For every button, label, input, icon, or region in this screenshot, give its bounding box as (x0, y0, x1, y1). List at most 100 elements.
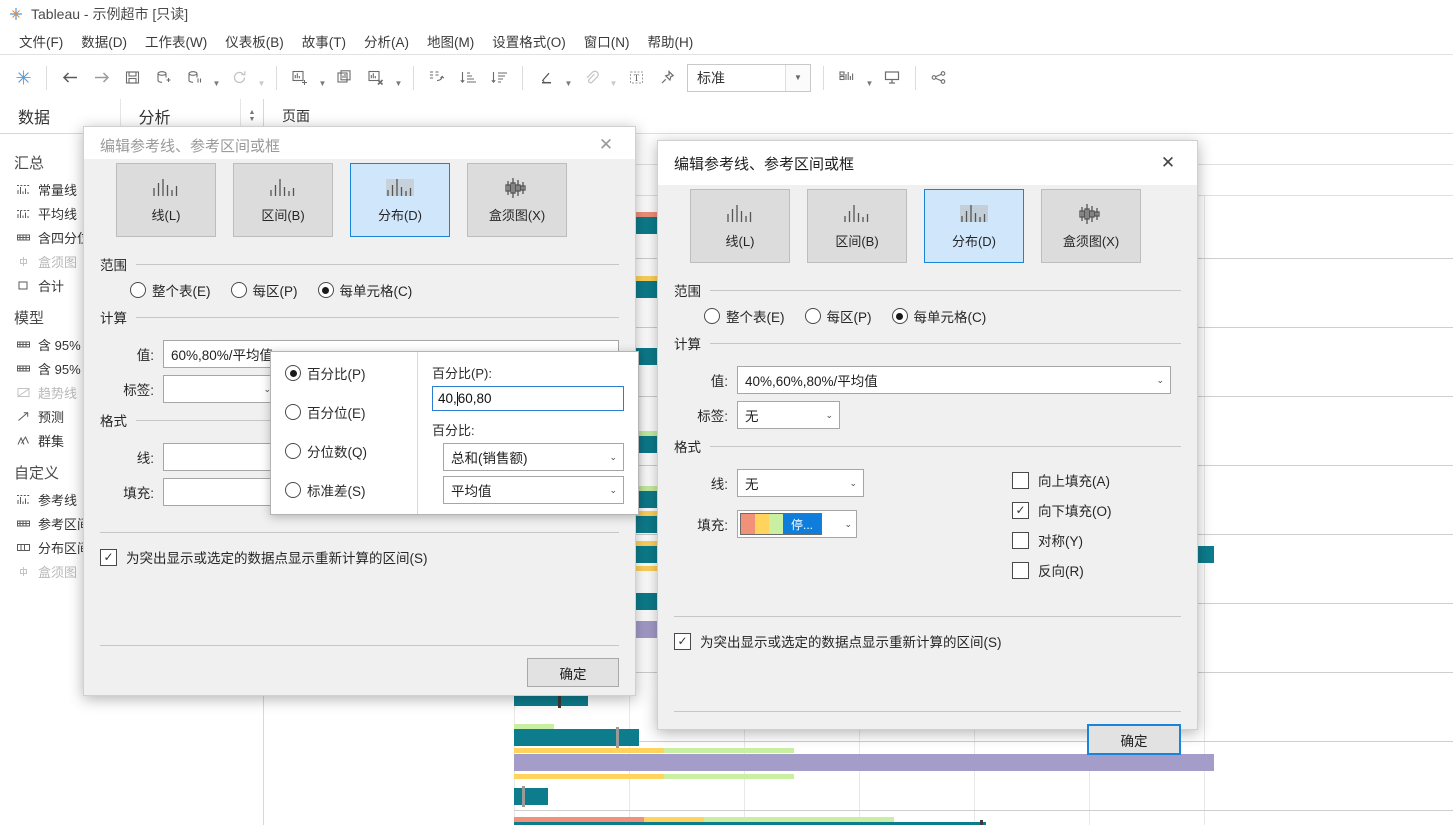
fill-combobox[interactable]: 停... ⌄ (737, 510, 857, 538)
scope-radio-entire-table[interactable]: 整个表(E) (704, 306, 785, 326)
type-button-distribution[interactable]: 分布(D) (350, 163, 450, 237)
menu-map[interactable]: 地图(M) (418, 29, 483, 53)
save-icon[interactable] (117, 63, 147, 93)
duplicate-sheet-icon[interactable] (330, 63, 360, 93)
ok-button[interactable]: 确定 (1087, 724, 1181, 755)
sort-ascending-icon[interactable] (453, 63, 483, 93)
scope-radio-per-pane[interactable]: 每区(P) (804, 306, 872, 326)
fill-above-checkbox[interactable]: ✓ 向上填充(A) (1012, 470, 1181, 490)
value-row: 值: 40%,60%,80%/平均值 ⌄ (674, 359, 1181, 394)
distribution-band-icon (16, 541, 38, 554)
recalculate-band-checkbox[interactable]: ✓ 为突出显示或选定的数据点显示重新计算的区间(S) (674, 631, 1181, 651)
menu-format[interactable]: 设置格式(O) (483, 29, 575, 53)
checkbox-box: ✓ (674, 632, 691, 650)
reference-band-icon (16, 517, 38, 530)
fit-selector[interactable]: 标准 ▼ (687, 63, 811, 92)
fill-below-checkbox[interactable]: ✓ 向下填充(O) (1012, 500, 1181, 520)
checkbox-box: ✓ (1012, 471, 1029, 489)
scope-legend: 范围 (674, 273, 1181, 306)
ok-button[interactable]: 确定 (527, 658, 619, 687)
type-button-band[interactable]: 区间(B) (807, 189, 907, 263)
percent-input-value-before: 40, (438, 391, 457, 406)
line-dist-icon (153, 179, 178, 196)
pause-data-source-icon[interactable] (179, 63, 209, 93)
close-icon[interactable]: ✕ (1153, 148, 1183, 178)
row-separator (514, 810, 1453, 811)
pin-icon[interactable] (652, 63, 682, 93)
percent-agg-combobox[interactable]: 平均值 ⌄ (443, 476, 624, 504)
pages-shelf-label: 页面 (282, 108, 310, 124)
menu-story[interactable]: 故事(T) (293, 29, 355, 53)
menu-analysis[interactable]: 分析(A) (355, 29, 418, 53)
line-combobox[interactable]: 无 ⌄ (737, 469, 864, 497)
bar[interactable] (514, 788, 548, 805)
highlighter-icon[interactable] (531, 63, 561, 93)
chevron-down-icon: ⌄ (609, 451, 617, 462)
menu-data[interactable]: 数据(D) (72, 29, 136, 53)
percent-field-combobox[interactable]: 总和(销售额) ⌄ (443, 443, 624, 471)
pause-data-source-dropdown[interactable]: ▼ (210, 58, 223, 97)
forward-arrow-icon[interactable] (86, 63, 116, 93)
percent-input-value-after: 60,80 (457, 391, 492, 406)
bar[interactable] (514, 729, 639, 746)
recalculate-band-checkbox[interactable]: ✓ 为突出显示或选定的数据点显示重新计算的区间(S) (100, 547, 619, 567)
type-button-band[interactable]: 区间(B) (233, 163, 333, 237)
chevron-down-icon[interactable]: ▼ (785, 64, 810, 91)
value-combobox[interactable]: 40%,60%,80%/平均值 ⌄ (737, 366, 1171, 394)
close-icon[interactable]: ✕ (591, 130, 621, 160)
label-combobox[interactable]: ⌄ (163, 375, 278, 403)
radio-circle (317, 282, 334, 298)
label-combobox[interactable]: 无 ⌄ (737, 401, 840, 429)
sort-descending-icon[interactable] (484, 63, 514, 93)
clear-sheet-icon[interactable] (361, 63, 391, 93)
type-button-line[interactable]: 线(L) (116, 163, 216, 237)
edit-reference-line-dialog[interactable]: 编辑参考线、参考区间或框 ✕ 线(L) 区间(B) 分布(D) 盒须图(X) 范… (657, 140, 1198, 755)
box-plot-icon (16, 255, 38, 268)
menu-worksheet[interactable]: 工作表(W) (136, 29, 216, 53)
edit-reference-line-dialog-background[interactable]: 编辑参考线、参考区间或框 ✕ 线(L) 区间(B) 分布(D) 盒须图(X) 范… (83, 126, 639, 696)
divider (100, 532, 619, 533)
text-annotation-icon[interactable]: T (621, 63, 651, 93)
show-me-dropdown[interactable]: ▼ (863, 58, 876, 97)
highlighter-dropdown[interactable]: ▼ (562, 58, 575, 97)
type-button-boxplot[interactable]: 盒须图(X) (1041, 189, 1141, 263)
chevron-down-icon: ⌄ (825, 409, 833, 420)
scope-radio-per-cell[interactable]: 每单元格(C) (891, 306, 986, 326)
type-button-boxplot[interactable]: 盒须图(X) (467, 163, 567, 237)
menu-dashboard[interactable]: 仪表板(B) (216, 29, 293, 53)
new-worksheet-dropdown[interactable]: ▼ (316, 58, 329, 97)
scope-radio-entire-table[interactable]: 整个表(E) (130, 280, 211, 300)
show-me-icon[interactable] (832, 63, 862, 93)
percent-input[interactable]: 40, 60,80 (432, 386, 624, 411)
tableau-home-icon[interactable] (8, 63, 38, 93)
type-button-line[interactable]: 线(L) (690, 189, 790, 263)
constant-line-icon (16, 183, 38, 196)
menu-window[interactable]: 窗口(N) (575, 29, 639, 53)
checkbox-box: ✓ (1012, 501, 1029, 519)
new-worksheet-icon[interactable] (285, 63, 315, 93)
analytics-item-label: 趋势线 (38, 385, 78, 401)
mode-radio-percentile[interactable]: 百分位(E) (285, 402, 417, 422)
new-data-source-icon[interactable] (148, 63, 178, 93)
mode-radio-stddev[interactable]: 标准差(S) (285, 480, 417, 500)
dialog-body: 线(L) 区间(B) 分布(D) 盒须图(X) 范围 整个表(E) 每区(P) … (658, 185, 1197, 765)
mode-radio-quantile[interactable]: 分位数(Q) (285, 441, 417, 461)
symmetric-checkbox[interactable]: ✓ 对称(Y) (1012, 530, 1181, 550)
refresh-icon (224, 63, 254, 93)
presentation-mode-icon[interactable] (877, 63, 907, 93)
mode-radio-percentage[interactable]: 百分比(P) (285, 363, 417, 383)
menu-help[interactable]: 帮助(H) (638, 29, 702, 53)
menu-file[interactable]: 文件(F) (10, 29, 72, 53)
scope-radio-per-pane[interactable]: 每区(P) (230, 280, 298, 300)
type-button-distribution[interactable]: 分布(D) (924, 189, 1024, 263)
share-icon[interactable] (924, 63, 954, 93)
scope-radio-per-cell[interactable]: 每单元格(C) (317, 280, 412, 300)
scope-radio-group: 整个表(E) 每区(P) 每单元格(C) (100, 280, 619, 300)
clear-sheet-dropdown[interactable]: ▼ (392, 58, 405, 97)
radio-circle (704, 308, 720, 324)
percent-settings-popup[interactable]: 百分比(P) 百分位(E) 分位数(Q) 标准差(S) 百分比(P): 40, 6… (270, 351, 639, 515)
swap-rows-cols-icon[interactable] (422, 63, 452, 93)
back-arrow-icon[interactable] (55, 63, 85, 93)
reverse-checkbox[interactable]: ✓ 反向(R) (1012, 560, 1181, 580)
analytics-item-label: 合计 (38, 278, 65, 294)
